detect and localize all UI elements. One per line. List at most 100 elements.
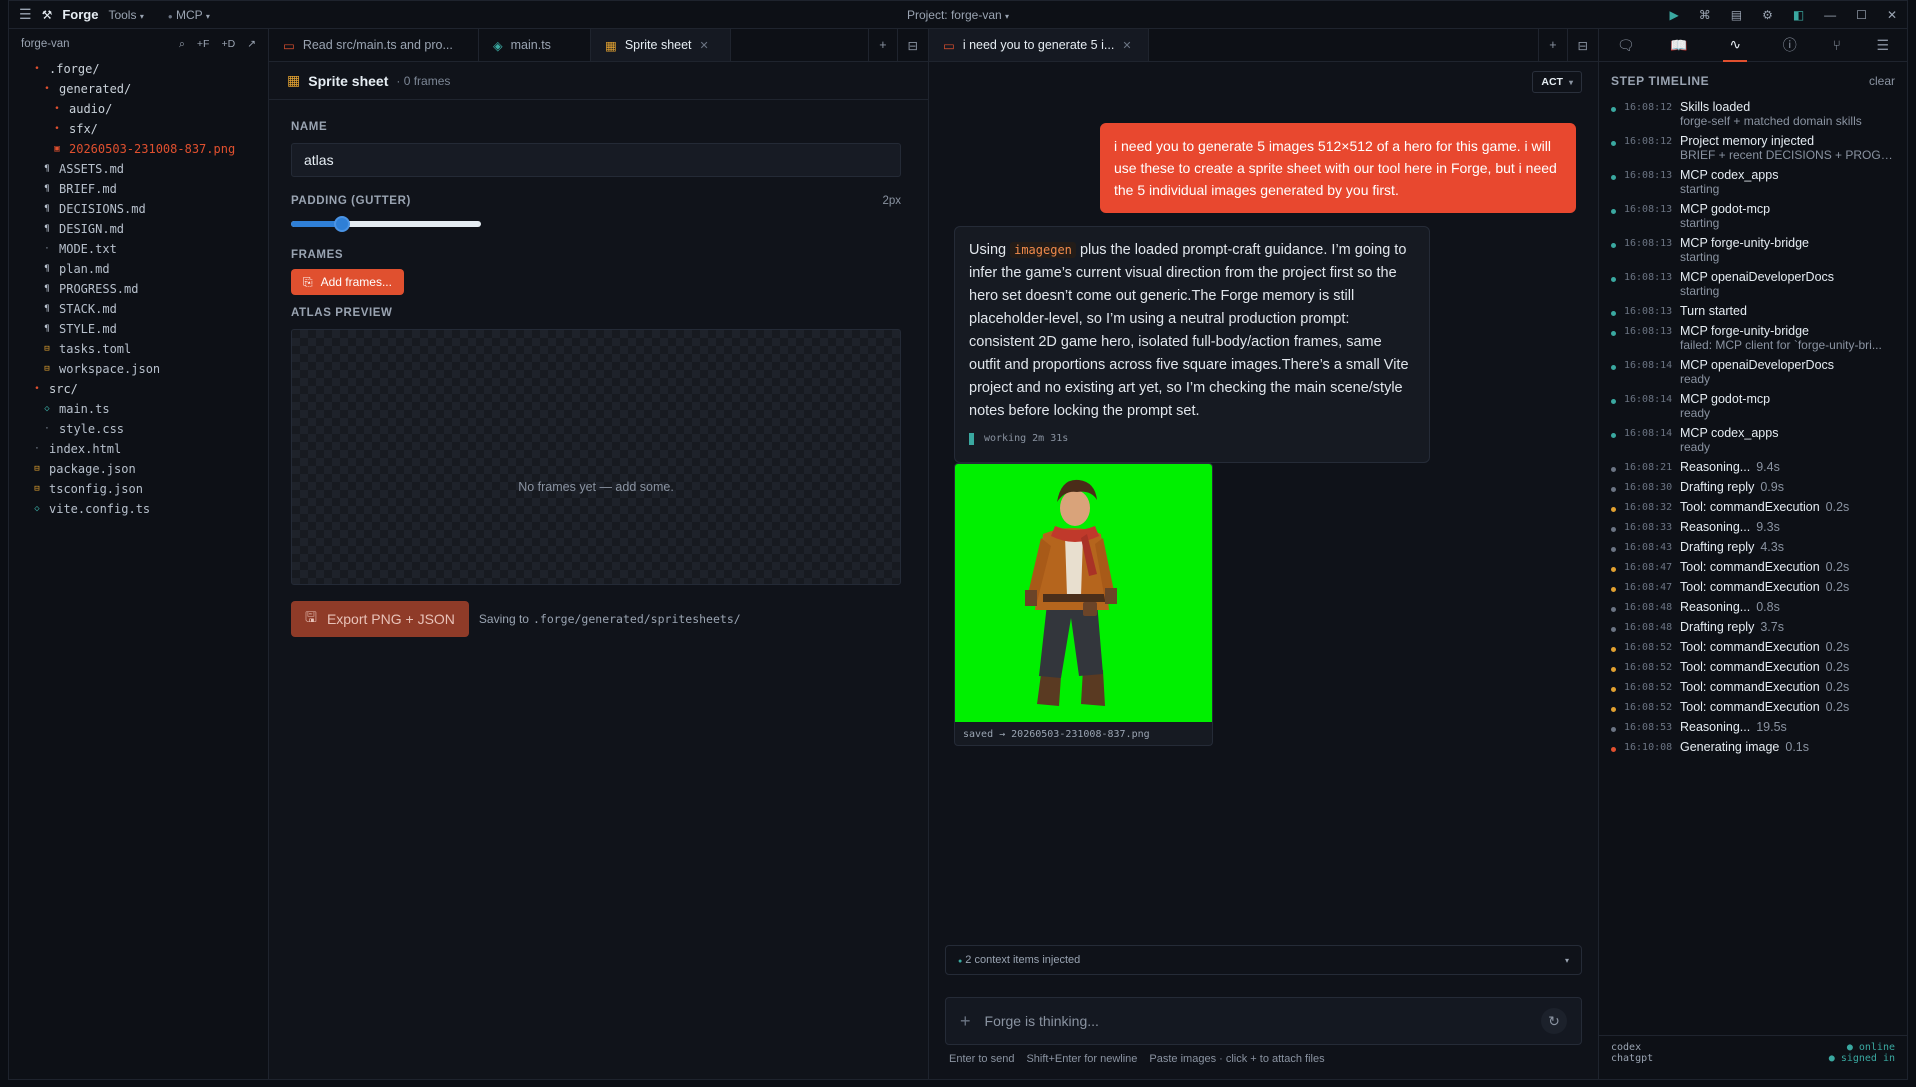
tree-item[interactable]: ¶ plan.md (9, 259, 268, 279)
new-tab-icon[interactable]: + (868, 29, 896, 61)
tree-item[interactable]: ¶ STACK.md (9, 299, 268, 319)
tree-item[interactable]: ¶ DECISIONS.md (9, 199, 268, 219)
context-summary[interactable]: ● 2 context items injected ▾ (945, 945, 1582, 975)
close-tab-icon[interactable]: ✕ (1122, 39, 1131, 52)
timeline-step[interactable]: 16:08:53 Reasoning... 19.5s (1599, 720, 1907, 740)
attach-plus-icon[interactable]: + (960, 1011, 971, 1032)
timeline-step[interactable]: 16:08:12 Project memory injected BRIEF + r… (1599, 134, 1907, 168)
new-file-button[interactable]: +F (197, 38, 210, 51)
new-chat-icon[interactable]: + (1538, 29, 1566, 61)
maximize-icon[interactable]: ☐ (1856, 8, 1867, 22)
step-detail: starting (1680, 182, 1720, 196)
timeline-step[interactable]: 16:08:48 Reasoning... 0.8s (1599, 600, 1907, 620)
tree-item[interactable]: • .forge/ (9, 59, 268, 79)
git-branch-icon[interactable]: ⑂ (1832, 37, 1840, 53)
atlas-preview: No frames yet — add some. (291, 329, 901, 585)
timeline-step[interactable]: 16:08:33 Reasoning... 9.3s (1599, 520, 1907, 540)
settings-icon[interactable]: ⚙ (1762, 8, 1773, 22)
composer[interactable]: + Forge is thinking... ↻ (945, 997, 1582, 1045)
timeline-step[interactable]: 16:08:52 Tool: commandExecution 0.2s (1599, 660, 1907, 680)
timeline-step[interactable]: 16:08:43 Drafting reply 4.3s (1599, 540, 1907, 560)
clear-button[interactable]: clear (1869, 74, 1895, 88)
timeline-step[interactable]: 16:08:32 Tool: commandExecution 0.2s (1599, 500, 1907, 520)
timeline-step[interactable]: 16:08:47 Tool: commandExecution 0.2s (1599, 560, 1907, 580)
split-view-icon[interactable]: ⊟ (896, 29, 928, 61)
generated-hero-image[interactable] (955, 464, 1212, 722)
collapse-icon[interactable]: ↗ (247, 38, 256, 51)
tree-item[interactable]: • src/ (9, 379, 268, 399)
tools-menu[interactable]: Tools ▾ (108, 8, 143, 22)
tree-item[interactable]: • generated/ (9, 79, 268, 99)
split-view-icon[interactable]: ⊟ (1566, 29, 1598, 61)
tree-item[interactable]: · MODE.txt (9, 239, 268, 259)
panel-toggle-icon[interactable]: ◧ (1793, 8, 1804, 22)
tree-item[interactable]: ¶ PROGRESS.md (9, 279, 268, 299)
step-detail: forge-self + matched domain skills (1680, 114, 1862, 128)
timeline-step[interactable]: 16:08:47 Tool: commandExecution 0.2s (1599, 580, 1907, 600)
search-icon[interactable]: ⌕ (179, 38, 185, 51)
timeline-step[interactable]: 16:08:52 Tool: commandExecution 0.2s (1599, 640, 1907, 660)
tree-item[interactable]: · style.css (9, 419, 268, 439)
layout-icon[interactable]: ▤ (1731, 8, 1742, 22)
tree-item[interactable]: ¶ STYLE.md (9, 319, 268, 339)
tree-item[interactable]: ¶ DESIGN.md (9, 219, 268, 239)
mcp-menu[interactable]: ● MCP ▾ (168, 8, 210, 22)
timeline-step[interactable]: 16:10:08 Generating image 0.1s (1599, 740, 1907, 760)
timeline-step[interactable]: 16:08:14 MCP openaiDeveloperDocs ready (1599, 358, 1907, 392)
mode-selector[interactable]: ACT ▾ (1532, 71, 1582, 93)
timeline-step[interactable]: 16:08:13 Turn started (1599, 304, 1907, 324)
command-icon[interactable]: ⌘ (1699, 8, 1711, 22)
run-icon[interactable]: ▶ (1669, 8, 1678, 22)
markdown-icon: ¶ (44, 304, 50, 314)
padding-slider[interactable] (291, 216, 481, 232)
tree-item[interactable]: • sfx/ (9, 119, 268, 139)
timeline-step[interactable]: 16:08:30 Drafting reply 0.9s (1599, 480, 1907, 500)
tab-chat[interactable]: ▭ i need you to generate 5 i... ✕ (929, 29, 1149, 61)
minimize-icon[interactable]: — (1824, 8, 1836, 22)
timeline-step[interactable]: 16:08:48 Drafting reply 3.7s (1599, 620, 1907, 640)
timeline-step[interactable]: 16:08:13 MCP godot-mcp starting (1599, 202, 1907, 236)
generated-image-card[interactable]: saved → 20260503-231008-837.png (954, 463, 1213, 746)
timeline-step[interactable]: 16:08:13 MCP codex_apps starting (1599, 168, 1907, 202)
add-frames-button[interactable]: ⎘ Add frames... (291, 269, 404, 295)
tree-item[interactable]: ◇ vite.config.ts (9, 499, 268, 519)
tree-item[interactable]: ⊟ workspace.json (9, 359, 268, 379)
timeline-step[interactable]: 16:08:52 Tool: commandExecution 0.2s (1599, 700, 1907, 720)
slider-handle[interactable] (334, 216, 351, 232)
tree-item[interactable]: ◇ main.ts (9, 399, 268, 419)
tree-item[interactable]: ⊟ package.json (9, 459, 268, 479)
book-icon[interactable]: 📖 (1670, 37, 1687, 54)
name-input[interactable] (291, 143, 901, 177)
new-folder-button[interactable]: +D (221, 38, 235, 51)
timeline-step[interactable]: 16:08:14 MCP codex_apps ready (1599, 426, 1907, 460)
timeline-step[interactable]: 16:08:13 MCP forge-unity-bridge failed: MC… (1599, 324, 1907, 358)
tab-sprite-sheet[interactable]: ▦ Sprite sheet ✕ (591, 29, 731, 61)
tree-item[interactable]: ¶ BRIEF.md (9, 179, 268, 199)
step-detail: ready (1680, 406, 1711, 420)
export-button[interactable]: 🖫 Export PNG + JSON (291, 601, 469, 637)
spinner-icon[interactable]: ↻ (1541, 1008, 1567, 1034)
checklist-icon[interactable]: ☰ (1877, 37, 1890, 54)
tree-item[interactable]: • audio/ (9, 99, 268, 119)
tree-item[interactable]: ¶ ASSETS.md (9, 159, 268, 179)
close-tab-icon[interactable]: ✕ (700, 39, 709, 52)
timeline-step[interactable]: 16:08:52 Tool: commandExecution 0.2s (1599, 680, 1907, 700)
tab-main-ts[interactable]: ◈ main.ts (479, 29, 591, 61)
tree-item[interactable]: ⊟ tasks.toml (9, 339, 268, 359)
activity-icon[interactable]: ∿ (1723, 29, 1748, 62)
chat-history-icon[interactable]: 🗨 (1617, 37, 1635, 54)
tree-item[interactable]: · index.html (9, 439, 268, 459)
timeline-step[interactable]: 16:08:14 MCP godot-mcp ready (1599, 392, 1907, 426)
timeline-step[interactable]: 16:08:13 MCP forge-unity-bridge starting (1599, 236, 1907, 270)
tab-read-main[interactable]: ▭ Read src/main.ts and pro... (269, 29, 479, 61)
timeline-step[interactable]: 16:08:12 Skills loaded forge-self + matche… (1599, 100, 1907, 134)
tree-item[interactable]: ⊟ tsconfig.json (9, 479, 268, 499)
info-icon[interactable]: ⓘ (1783, 35, 1797, 55)
timeline-step[interactable]: 16:08:21 Reasoning... 9.4s (1599, 460, 1907, 480)
tree-item[interactable]: ▣ 20260503-231008-837.png (9, 139, 268, 159)
close-icon[interactable]: ✕ (1887, 8, 1897, 22)
composer-hints: Enter to send Shift+Enter for newline Pa… (949, 1053, 1325, 1065)
project-selector[interactable]: Project: forge-van ▾ (907, 8, 1009, 22)
hamburger-menu-icon[interactable]: ☰ (19, 6, 32, 23)
timeline-step[interactable]: 16:08:13 MCP openaiDeveloperDocs starting (1599, 270, 1907, 304)
